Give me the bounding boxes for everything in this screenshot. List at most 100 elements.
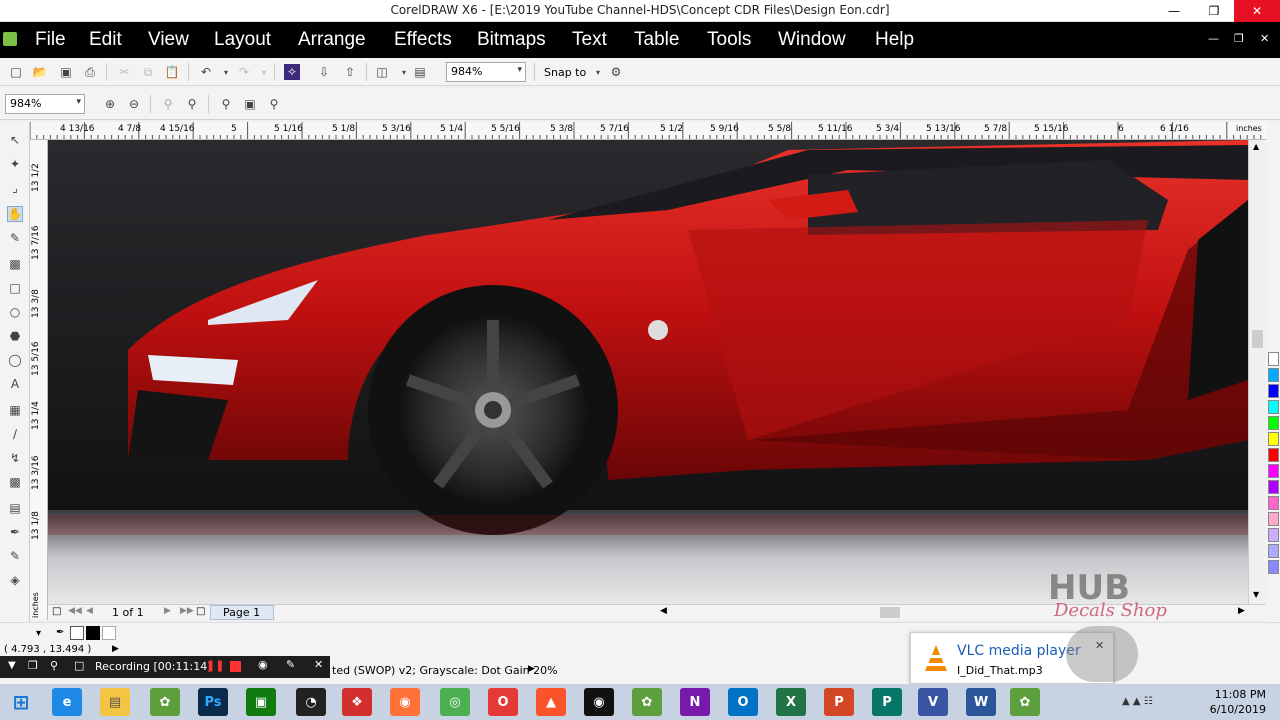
paste-icon[interactable]: 📋 — [164, 64, 180, 80]
palette-swatch[interactable] — [1268, 496, 1279, 510]
shape-tool-icon[interactable]: ✦ — [7, 156, 23, 172]
coreldraw-alt-icon[interactable]: ✿ — [632, 688, 662, 716]
zoom-level-combo[interactable]: 984% ▾ — [446, 62, 526, 82]
internet-explorer-icon[interactable]: e — [52, 688, 82, 716]
menu-arrange[interactable]: Arrange — [298, 29, 366, 51]
next-page-icon[interactable]: ▶ — [164, 606, 171, 616]
text-tool-icon[interactable]: A — [7, 376, 23, 392]
minimize-icon[interactable]: — — [1154, 0, 1194, 22]
file-explorer-icon[interactable]: ▤ — [100, 688, 130, 716]
ellipse-tool-icon[interactable]: ○ — [7, 304, 23, 320]
no-color-swatch[interactable] — [70, 626, 84, 640]
freehand-tool-icon[interactable]: ✎ — [7, 230, 23, 246]
palette-swatch[interactable] — [1268, 352, 1279, 366]
vertical-ruler[interactable]: 13 1/2 13 7/16 13 3/8 13 5/16 13 1/4 13 … — [30, 140, 48, 620]
menu-table[interactable]: Table — [634, 29, 679, 51]
recorder-window-icon[interactable]: ❐ — [28, 659, 38, 672]
white-swatch[interactable] — [102, 626, 116, 640]
snap-to-button[interactable]: Snap to — [544, 66, 586, 79]
scroll-right-icon[interactable]: ▶ — [1238, 606, 1245, 616]
recorder-close-icon[interactable]: ✕ — [314, 658, 323, 671]
palette-swatch[interactable] — [1268, 416, 1279, 430]
palette-swatch[interactable] — [1268, 384, 1279, 398]
add-page-icon[interactable]: □ — [52, 606, 61, 617]
outline-tool-icon[interactable]: ✎ — [7, 548, 23, 564]
menu-edit[interactable]: Edit — [89, 29, 122, 51]
car-bitmap[interactable] — [48, 140, 1248, 604]
menu-bitmaps[interactable]: Bitmaps — [477, 29, 546, 51]
open-icon[interactable]: 📂 — [32, 64, 48, 80]
vertical-scroll-thumb[interactable] — [1252, 330, 1263, 348]
publish-dropdown-icon[interactable]: ▾ — [396, 64, 412, 80]
first-page-icon[interactable]: ◀◀ — [68, 606, 82, 616]
fill-tool-icon[interactable]: ◈ — [7, 572, 23, 588]
opera-icon[interactable]: O — [488, 688, 518, 716]
speedometer-icon[interactable]: ◔ — [296, 688, 326, 716]
undo-dropdown-icon[interactable]: ▾ — [218, 64, 234, 80]
save-icon[interactable]: ▣ — [58, 64, 74, 80]
polygon-tool-icon[interactable]: ⬣ — [7, 328, 23, 344]
zoom-out-icon[interactable]: ⊖ — [126, 96, 142, 112]
print-icon[interactable]: ⎙ — [82, 64, 98, 80]
palette-swatch[interactable] — [1268, 480, 1279, 494]
zoom-page-width-icon[interactable]: ▣ — [242, 96, 258, 112]
redo-icon[interactable]: ↷ — [236, 64, 252, 80]
chrome-icon[interactable]: ◎ — [440, 688, 470, 716]
close-icon[interactable]: ✕ — [1234, 0, 1280, 22]
page-tab[interactable]: Page 1 — [210, 605, 274, 620]
system-clock[interactable]: 11:08 PM 6/10/2019 — [1210, 687, 1266, 717]
scroll-up-icon[interactable]: ▲ — [1253, 142, 1259, 151]
start-button-icon[interactable]: ⊞ — [6, 688, 36, 716]
options-icon[interactable]: ⚙ — [608, 64, 624, 80]
rectangle-tool-icon[interactable]: □ — [7, 280, 23, 296]
restore-icon[interactable]: ❐ — [1194, 0, 1234, 22]
palette-swatch[interactable] — [1268, 400, 1279, 414]
stop-icon[interactable] — [230, 661, 241, 672]
table-tool-icon[interactable]: ▦ — [7, 402, 23, 418]
snap-dropdown-icon[interactable]: ▾ — [590, 64, 606, 80]
zoom-levels-combo[interactable]: 984% ▾ — [5, 94, 85, 114]
zoom-page-height-icon[interactable]: ⚲ — [266, 96, 282, 112]
export-icon[interactable]: ⇧ — [342, 64, 358, 80]
palette-swatch[interactable] — [1268, 560, 1279, 574]
palette-swatch[interactable] — [1268, 368, 1279, 382]
drawing-canvas[interactable] — [48, 140, 1248, 604]
pan-tool-icon[interactable]: ✋ — [7, 206, 23, 222]
undo-icon[interactable]: ↶ — [198, 64, 214, 80]
redo-dropdown-icon[interactable]: ▾ — [256, 64, 272, 80]
basic-shapes-icon[interactable]: ◯ — [7, 352, 23, 368]
previous-page-icon[interactable]: ◀ — [86, 606, 93, 616]
smart-fill-icon[interactable]: ▩ — [7, 256, 23, 272]
pause-icon[interactable]: ❚❚ — [206, 659, 224, 672]
menu-tools[interactable]: Tools — [707, 29, 751, 51]
interactive-effects-icon[interactable]: ▩ — [7, 474, 23, 490]
new-icon[interactable]: □ — [8, 64, 24, 80]
transparency-tool-icon[interactable]: ▤ — [7, 500, 23, 516]
excel-icon[interactable]: X — [776, 688, 806, 716]
add-page-after-icon[interactable]: □ — [196, 606, 205, 617]
horizontal-scroll-thumb[interactable] — [880, 607, 900, 618]
vertical-scrollbar[interactable]: ▲ ▼ — [1248, 140, 1266, 604]
doc-restore-icon[interactable]: ❐ — [1234, 32, 1244, 45]
publish-icon[interactable]: ◫ — [374, 64, 390, 80]
menu-view[interactable]: View — [148, 29, 189, 51]
camera-icon[interactable]: ◉ — [258, 658, 268, 671]
zoom-in-icon[interactable]: ⊕ — [102, 96, 118, 112]
menu-help[interactable]: Help — [875, 29, 914, 51]
brave-icon[interactable]: ▲ — [536, 688, 566, 716]
photoshop-icon[interactable]: Ps — [198, 688, 228, 716]
outlook-icon[interactable]: O — [728, 688, 758, 716]
recorder-collapse-icon[interactable]: ▼ — [8, 660, 16, 671]
copy-icon[interactable]: ⧉ — [140, 64, 156, 80]
coreldraw-icon[interactable]: ✿ — [150, 688, 180, 716]
store-icon[interactable]: ▣ — [246, 688, 276, 716]
pick-tool-icon[interactable]: ↖ — [7, 132, 23, 148]
palette-swatch[interactable] — [1268, 432, 1279, 446]
publisher-icon[interactable]: P — [872, 688, 902, 716]
palette-swatch[interactable] — [1268, 464, 1279, 478]
tray-icons[interactable]: ▲ ▲ ☷ — [1122, 696, 1153, 707]
crop-tool-icon[interactable]: ⌟ — [7, 180, 23, 196]
black-swatch[interactable] — [86, 626, 100, 640]
last-page-icon[interactable]: ▶▶ — [180, 606, 194, 616]
scroll-down-icon[interactable]: ▼ — [1253, 590, 1259, 599]
